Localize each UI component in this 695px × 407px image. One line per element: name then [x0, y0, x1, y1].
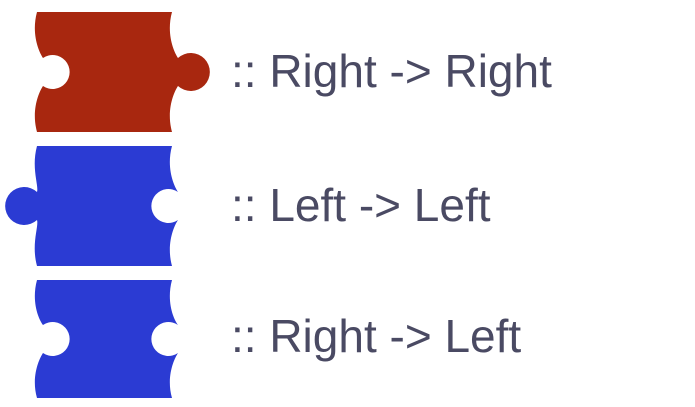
puzzle-piece-shape [34, 280, 178, 398]
legend-row-right-right: :: Right -> Right [0, 12, 695, 132]
puzzle-piece-shape [34, 12, 210, 132]
legend-row-left-left: :: Left -> Left [0, 146, 695, 266]
legend-label-right-right: :: Right -> Right [231, 45, 552, 97]
legend-label-right-left: :: Right -> Left [231, 310, 522, 362]
puzzle-piece-right-right-icon [34, 12, 210, 132]
puzzle-piece-left-left-icon [5, 146, 178, 266]
puzzle-piece-shape [5, 146, 178, 266]
legend-row-right-left: :: Right -> Left [0, 280, 695, 398]
puzzle-piece-right-left-icon [34, 280, 178, 398]
legend-label-left-left: :: Left -> Left [231, 179, 491, 231]
